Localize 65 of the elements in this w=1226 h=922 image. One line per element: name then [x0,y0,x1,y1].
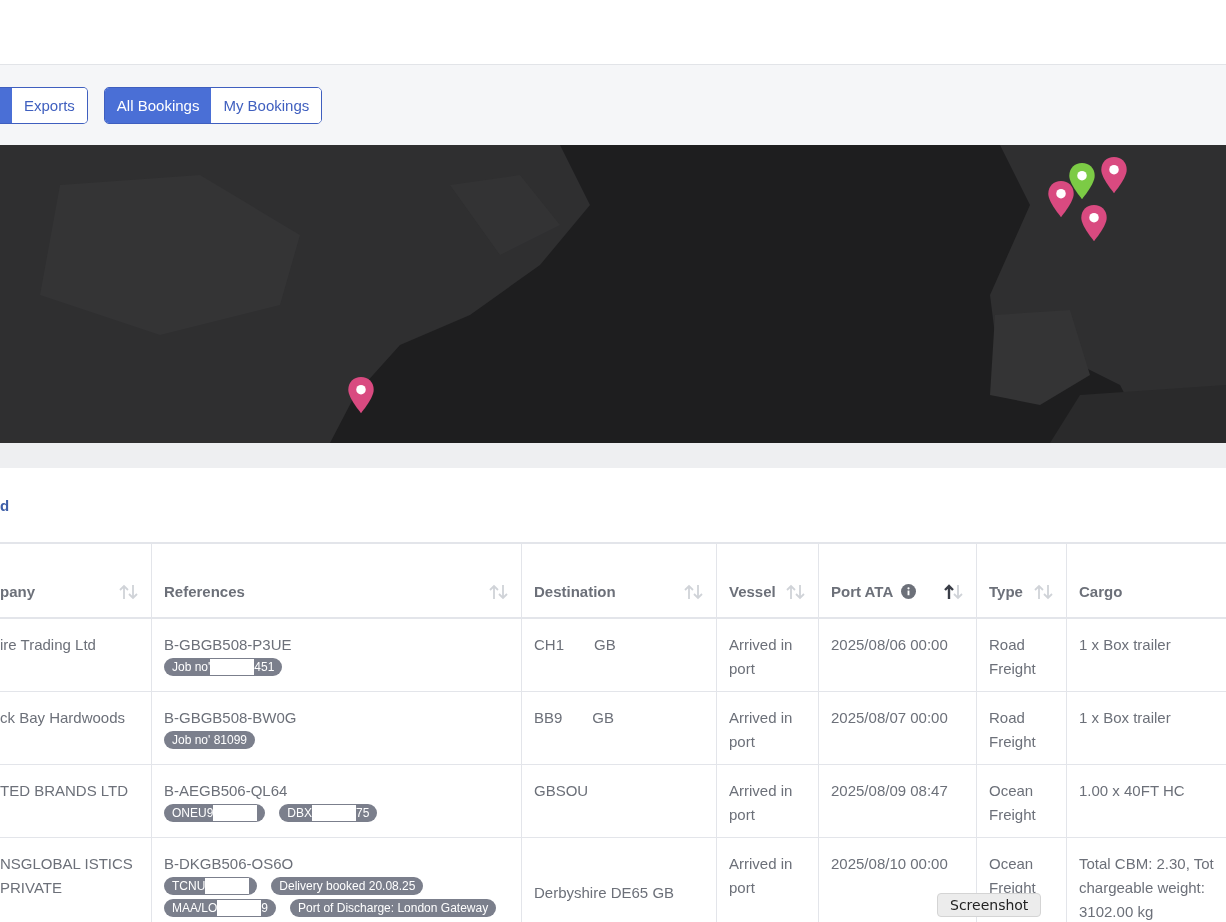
tag: DBX 75 [279,804,378,822]
toggle-segment[interactable]: All Bookings [104,87,212,123]
table-cell: TED BRANDS LTD [0,782,129,799]
table-cell: Arrived in port [729,782,793,823]
column-header[interactable]: Type [976,544,1066,617]
table-cell: Ocean Freight [989,855,1036,896]
table-cell-text: B-GBGB508-BW0G [164,708,298,728]
table-cell: ck Bay Hardwoods [0,709,126,726]
map-pin-icon[interactable] [348,377,375,414]
link[interactable]: d [0,496,10,514]
table-cell: 1 x Box trailer [1079,636,1171,653]
table-cell: 1.00 x 40FT HC [1079,782,1185,799]
column-header[interactable]: Vessel [716,544,818,617]
column-title: Type [989,581,1023,602]
info-icon[interactable] [901,584,917,599]
column-header[interactable]: pany [0,544,151,617]
column-title: Port ATA [831,581,894,602]
tag: Port of Discharge: London Gateway [290,899,497,917]
table-cell-text: CH1 [534,635,564,655]
toggle-segment[interactable] [0,87,12,123]
column-header[interactable]: References [151,544,521,617]
column-header[interactable]: Port ATA [818,544,976,617]
table-cell-text: Derbyshire DE65 GB [534,883,675,903]
table-cell-text: B-AEGB506-QL64 [164,781,289,801]
column-title: Cargo [1079,581,1123,602]
table-cell: Total CBM: 2.30, Tot chargeable weight: 3102.00 kg [1079,855,1214,920]
table-cell-text: GB [594,635,616,655]
table-cell: Ocean Freight [989,782,1036,823]
table-cell: ire Trading Ltd [0,636,96,653]
map-pin-icon[interactable] [1048,180,1075,217]
table-cell: Arrived in port [729,709,793,750]
map-pin-icon[interactable] [1100,156,1127,193]
table-cell: Arrived in port [729,855,793,896]
table-cell: 1 x Box trailer [1079,709,1171,726]
tag: Job no' 81099 [164,731,256,749]
table-cell-text: BB9 [534,708,563,728]
table-cell-text: GB [592,708,615,728]
table-cell: NSGLOBAL ISTICS PRIVATE [0,855,133,896]
column-title: pany [0,581,35,602]
table-cell: 2025/08/10 00:00 [831,855,948,872]
column-title: Vessel [729,581,776,602]
tag: MAA/LO 9 [164,899,277,917]
table-cell: Road Freight [989,709,1036,750]
table-cell: 2025/08/06 00:00 [831,636,948,653]
table-cell: Road Freight [989,636,1036,677]
tooltip: Screenshot [937,893,1042,917]
sort-icon[interactable] [944,583,964,600]
table-cell-text: B-GBGB508-P3UE [164,635,293,655]
tag: Delivery booked 20.08.25 [271,877,424,895]
tag: Job no' 451 [164,658,283,676]
table-cell-text: B-DKGB506-OS6O [164,854,295,874]
table-cell: 2025/08/09 08:47 [831,782,948,799]
table-cell-text: GBSOU [534,781,589,801]
column-header[interactable]: Cargo [1066,544,1226,617]
toggle-segment[interactable]: Exports [12,87,87,123]
map-pin-icon[interactable] [1069,162,1096,199]
toggle-segment[interactable]: My Bookings [211,87,322,123]
column-title: References [164,581,245,602]
map-pin-icon[interactable] [1081,204,1108,241]
tag: ONEU9 [164,804,266,822]
column-header[interactable]: Destination [521,544,716,617]
table-cell: Arrived in port [729,636,793,677]
table-cell: 2025/08/07 00:00 [831,709,948,726]
tag: TCNU [164,877,258,895]
column-title: Destination [534,581,616,602]
